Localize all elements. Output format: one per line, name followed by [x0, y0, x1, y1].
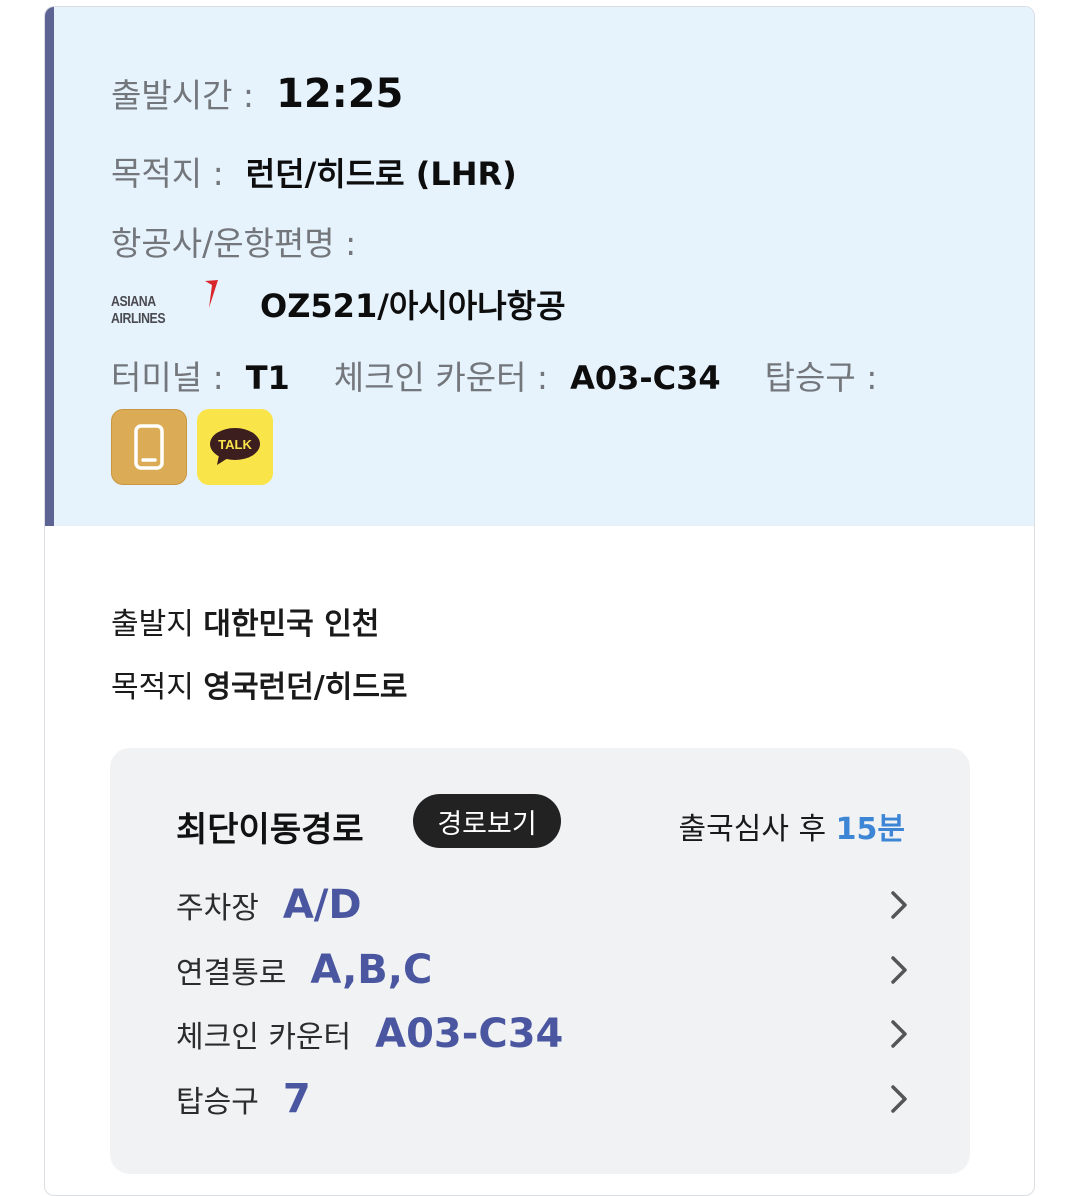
chevron-right-icon [891, 1085, 907, 1113]
terminal-label: 터미널 : [111, 358, 224, 397]
smartphone-icon [134, 424, 164, 470]
route-item-connection[interactable]: 연결통로 A,B,C [176, 942, 908, 998]
destination-label: 목적지 : [111, 154, 224, 193]
checkin-label: 체크인 카운터 : [333, 358, 549, 397]
departure-time-row: 출발시간 : 12:25 [111, 69, 403, 117]
checkin-value: A03-C34 [570, 359, 721, 397]
share-buttons: TALK [111, 409, 273, 485]
chevron-right-icon [891, 891, 907, 919]
route-title: 최단이동경로 [176, 810, 364, 850]
view-route-button[interactable]: 경로보기 [413, 794, 561, 848]
after-immigration-label: 출국심사 후 [678, 812, 827, 847]
route-item-label: 탑승구 [176, 1085, 259, 1120]
phone-share-button[interactable] [111, 409, 187, 485]
shortest-route-panel: 최단이동경로 경로보기 출국심사 후 15분 주차장 A/D 연결통로 A,B,… [110, 748, 970, 1174]
asiana-wing-icon [205, 280, 218, 308]
route-item-label: 체크인 카운터 [176, 1020, 352, 1055]
route-item-checkin[interactable]: 체크인 카운터 A03-C34 [176, 1006, 908, 1062]
flight-card: 출발시간 : 12:25 목적지 : 런던/히드로 (LHR) 항공사/운항편명… [44, 6, 1035, 1196]
flight-number: OZ521/아시아나항공 [260, 287, 566, 325]
kakaotalk-icon: TALK [210, 428, 260, 465]
kakaotalk-share-button[interactable]: TALK [197, 409, 273, 485]
gate-label: 탑승구 : [764, 358, 878, 397]
final-destination-value: 영국런던/히드로 [203, 670, 408, 705]
chevron-right-icon [891, 956, 907, 984]
route-item-value: A03-C34 [375, 1011, 564, 1057]
chevron-right-icon [891, 1020, 907, 1048]
terminal-value: T1 [245, 359, 290, 397]
after-immigration-value: 15분 [835, 812, 905, 847]
route-item-parking[interactable]: 주차장 A/D [176, 877, 908, 933]
departure-time-value: 12:25 [276, 71, 404, 117]
route-item-gate[interactable]: 탑승구 7 [176, 1071, 908, 1127]
origin-label: 출발지 [111, 607, 194, 642]
final-destination-label: 목적지 [111, 670, 194, 705]
route-item-value: 7 [282, 1076, 311, 1122]
flight-info-panel: 출발시간 : 12:25 목적지 : 런던/히드로 (LHR) 항공사/운항편명… [45, 7, 1034, 526]
terminal-row: 터미널 : T1 체크인 카운터 : A03-C34 탑승구 : [111, 351, 877, 399]
destination-row: 목적지 : 런던/히드로 (LHR) [111, 147, 517, 195]
origin-row: 출발지 대한민국 인천 [111, 599, 379, 643]
route-item-value: A/D [282, 882, 362, 928]
route-item-value: A,B,C [310, 947, 433, 993]
airline-row: 항공사/운항편명 : [111, 217, 356, 265]
final-destination-row: 목적지 영국런던/히드로 [111, 662, 408, 706]
talk-text: TALK [218, 437, 252, 452]
flight-number-row: OZ521/아시아나항공 [260, 281, 566, 327]
origin-value: 대한민국 인천 [203, 607, 380, 642]
departure-time-label: 출발시간 : [111, 76, 255, 115]
route-item-label: 연결통로 [176, 956, 287, 991]
destination-value: 런던/히드로 (LHR) [245, 155, 517, 193]
asiana-airlines-logo: ASIANA AIRLINES [111, 279, 223, 327]
airline-label: 항공사/운항편명 : [111, 224, 357, 263]
route-item-label: 주차장 [176, 891, 259, 926]
after-immigration-time: 출국심사 후 15분 [679, 804, 905, 848]
